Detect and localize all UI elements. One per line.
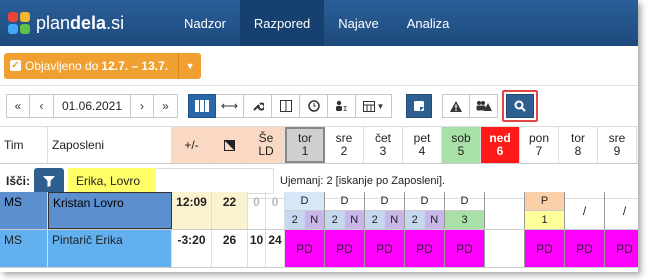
shift-cell[interactable]: PD (565, 230, 605, 267)
publish-label: Objavljeno do (25, 58, 99, 73)
people-warning-icon[interactable] (470, 94, 498, 118)
date-input[interactable]: 01.06.2021 (54, 94, 130, 118)
shift-cell[interactable]: PD (445, 230, 485, 267)
expand-width-icon[interactable]: ⟷ (216, 94, 244, 118)
half-square-icon (224, 139, 235, 151)
app-window: plandela.si Nadzor Razpored Najave Anali… (0, 0, 638, 272)
cell-col4: 24 (266, 230, 285, 267)
day-header-9[interactable]: sre 9 (598, 127, 637, 163)
table-row[interactable]: MS Pintarič Erika -3:20 26 10 24 PD PD P… (0, 230, 638, 268)
last-page-button[interactable]: » (154, 94, 178, 118)
schedule-toolbar: « ‹ 01.06.2021 › » ⟷ Σ ▼ (0, 86, 638, 126)
shift-cell[interactable]: P1 (525, 192, 565, 229)
shift-cell[interactable]: PD (525, 230, 565, 267)
columns-icon[interactable] (272, 94, 300, 118)
shift-cell[interactable]: / (605, 192, 638, 229)
day-header-1[interactable]: tor 1 (285, 127, 325, 163)
shift-cell[interactable]: D2N (285, 192, 325, 229)
col-header-se-ld[interactable]: Še LD (248, 127, 285, 163)
shift-cell[interactable]: D2N (405, 192, 445, 229)
shift-cell[interactable] (485, 230, 525, 267)
shift-cell[interactable]: PD (325, 230, 365, 267)
day-header-7[interactable]: pon 7 (520, 127, 559, 163)
publish-bar: ✓ Objavljeno do 12.7. – 13.7. ▼ (0, 46, 638, 86)
calendar-dropdown-icon[interactable]: ▼ (356, 94, 392, 118)
schedule-table: MS Kristan Lovro 12:09 22 0 0 D2N D2N D2… (0, 192, 638, 268)
shift-cell[interactable]: D3 (445, 192, 485, 229)
cell-col2: 26 (212, 230, 248, 267)
shift-cell[interactable]: D2N (325, 192, 365, 229)
grid-view-icon[interactable] (188, 94, 216, 118)
table-row[interactable]: MS Kristan Lovro 12:09 22 0 0 D2N D2N D2… (0, 192, 638, 230)
cell-col3: 0 (248, 192, 266, 229)
chevron-down-icon[interactable]: ▼ (179, 53, 201, 79)
logo[interactable]: plandela.si (0, 12, 170, 34)
cell-plusminus: -3:20 (172, 230, 212, 267)
publish-button[interactable]: ✓ Objavljeno do 12.7. – 13.7. ▼ (4, 52, 202, 79)
nav-item-razpored[interactable]: Razpored (239, 0, 325, 46)
nav-item-najave[interactable]: Najave (324, 0, 392, 46)
shift-cell[interactable]: PD (365, 230, 405, 267)
col-header-plusminus[interactable]: +/- (172, 127, 212, 163)
match-status: Ujemanj: 2 [iskanje po Zaposleni]. (280, 175, 446, 187)
nav-item-nadzor[interactable]: Nadzor (170, 0, 240, 46)
day-header-6[interactable]: ned 6 (481, 127, 520, 163)
search-icon[interactable] (506, 94, 534, 118)
shift-cell[interactable]: PD (405, 230, 445, 267)
nav-item-analiza[interactable]: Analiza (393, 0, 464, 46)
svg-text:Σ: Σ (343, 105, 347, 112)
cell-col2: 22 (212, 192, 248, 229)
cell-col3: 10 (248, 230, 266, 267)
next-page-button[interactable]: › (130, 94, 154, 118)
shift-cell[interactable] (485, 192, 525, 229)
people-sum-icon[interactable]: Σ (328, 94, 356, 118)
search-input-extension[interactable] (156, 168, 274, 194)
cell-tim: MS (0, 230, 48, 267)
cell-tim: MS (0, 192, 48, 229)
logo-text: plandela.si (36, 12, 125, 33)
day-header-8[interactable]: tor 8 (559, 127, 598, 163)
col-header-tim[interactable]: Tim (0, 127, 48, 163)
prev-page-button[interactable]: ‹ (30, 94, 54, 118)
checkbox-icon: ✓ (10, 60, 21, 71)
search-input[interactable]: Erika, Lovro (68, 168, 156, 194)
note-icon[interactable] (406, 94, 432, 118)
cell-plusminus: 12:09 (172, 192, 212, 229)
first-page-button[interactable]: « (6, 94, 30, 118)
col-header-zaposleni[interactable]: Zaposleni (48, 127, 172, 163)
shift-cell[interactable]: / (565, 192, 605, 229)
day-header-5[interactable]: sob 5 (442, 127, 481, 163)
publish-range: 12.7. – 13.7. (101, 58, 169, 73)
schedule-header: Tim Zaposleni +/- Še LD tor 1 sre 2 čet 3 pe… (0, 126, 638, 164)
col-header-adjust[interactable] (212, 127, 248, 163)
shift-cell[interactable]: PD (285, 230, 325, 267)
wrench-icon[interactable] (244, 94, 272, 118)
search-highlight (502, 90, 538, 122)
clock-icon[interactable] (300, 94, 328, 118)
day-header-2[interactable]: sre 2 (325, 127, 364, 163)
cell-name[interactable]: Pintarič Erika (48, 230, 172, 267)
day-header-4[interactable]: pet 4 (403, 127, 442, 163)
warning-icon[interactable] (442, 94, 470, 118)
filter-icon[interactable] (34, 168, 64, 194)
logo-icon (8, 12, 30, 34)
shift-cell[interactable]: D2N (365, 192, 405, 229)
filter-label: Išči: (6, 174, 31, 188)
shift-cell[interactable]: PD (605, 230, 638, 267)
cell-name[interactable]: Kristan Lovro (48, 192, 172, 229)
day-header-3[interactable]: čet 3 (364, 127, 403, 163)
top-navigation: plandela.si Nadzor Razpored Najave Anali… (0, 0, 638, 46)
cell-col4: 0 (266, 192, 285, 229)
